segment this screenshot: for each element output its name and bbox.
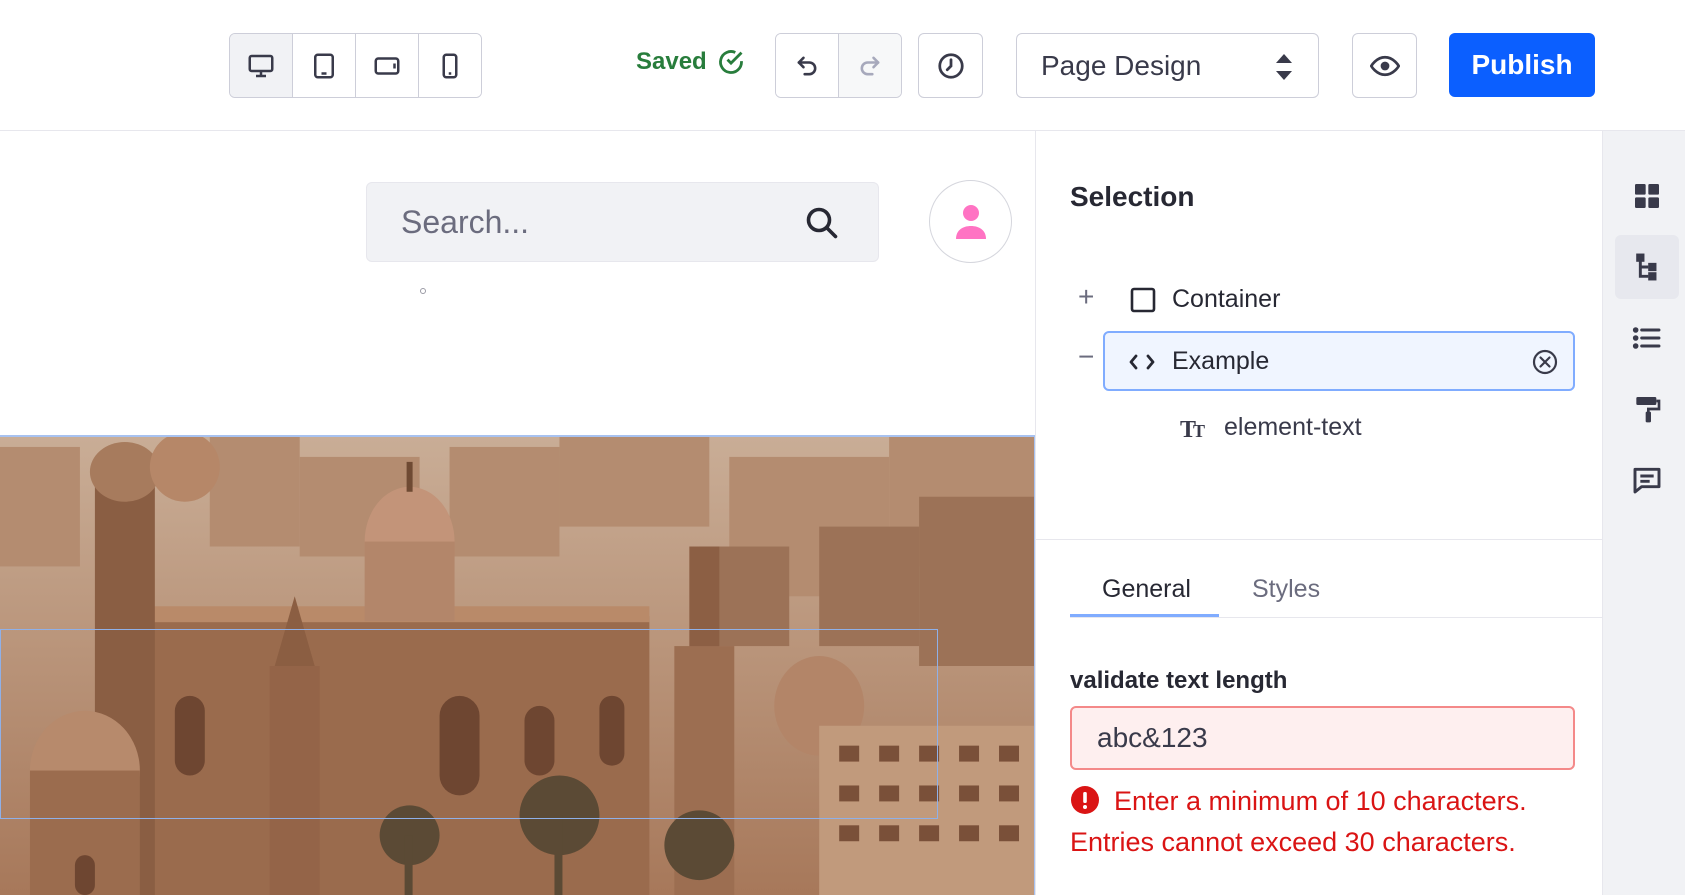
error-min-length: Enter a minimum of 10 characters. [1070,785,1527,817]
landscape-tablet-icon [374,56,400,75]
publish-button[interactable]: Publish [1449,33,1595,97]
search-icon[interactable] [804,205,840,241]
tree-item-example-label: Example [1172,347,1270,375]
desktop-view-button[interactable] [230,34,293,97]
preview-button[interactable] [1352,33,1417,98]
user-icon [955,204,986,239]
panel-title: Selection [1070,181,1195,212]
expand-container-button[interactable]: + [1078,281,1094,313]
tablet-view-button[interactable] [293,34,356,97]
mobile-view-button[interactable] [419,34,481,97]
page-canvas: Search... [0,131,1035,895]
tree-structure-icon [1636,253,1657,281]
history-button[interactable] [918,33,983,98]
undo-icon [797,56,817,75]
container-icon [1130,287,1156,312]
error-max-length: Entries cannot exceed 30 characters. [1070,827,1516,857]
search-input[interactable]: Search... [366,182,879,262]
saved-label: Saved [636,48,707,75]
sidebar-rail [1602,131,1685,895]
panel-divider [1036,539,1603,540]
landscape-view-button[interactable] [356,34,419,97]
validate-text-length-input[interactable] [1070,706,1575,770]
tablet-icon [314,53,334,78]
validate-text-length-label: validate text length [1070,667,1288,694]
tab-general[interactable]: General [1102,575,1191,604]
redo-button[interactable] [839,34,901,97]
page-design-options-button[interactable] [1615,377,1679,441]
grid-icon [1635,184,1659,208]
city-banner-image [0,435,1035,895]
active-tab-indicator [1070,614,1219,617]
mobile-icon [442,53,458,78]
list-icon [1632,327,1661,349]
comment-icon [1633,467,1661,494]
clock-icon [937,52,964,79]
search-placeholder: Search... [401,203,530,240]
paint-roller-icon [1636,397,1661,423]
redo-icon [860,56,880,75]
undo-button[interactable] [776,34,839,97]
page-design-select[interactable]: Page Design [1016,33,1319,98]
cairo-skyline-illustration [0,437,1034,895]
small-dot [420,288,426,294]
comments-button[interactable] [1615,448,1679,512]
saved-status: Saved [636,48,745,76]
tree-item-element-text-label: element-text [1224,413,1362,441]
tabs-baseline [1070,617,1603,618]
desktop-icon [248,54,274,77]
svg-text:T: T [1193,421,1205,441]
collapse-example-button[interactable]: − [1078,341,1094,373]
tree-item-example-row: Example [1128,347,1269,376]
page-structure-button[interactable] [1615,235,1679,299]
undo-redo-group [775,33,902,98]
text-icon: TT [1180,417,1205,441]
tree-item-container-label: Container [1172,285,1281,313]
tree-item-container[interactable]: Container [1130,285,1280,314]
caret-double-icon [1276,54,1292,80]
tab-styles[interactable]: Styles [1252,575,1320,604]
error-min-length-text: Enter a minimum of 10 characters. [1114,786,1527,816]
browser-list-button[interactable] [1615,306,1679,370]
top-toolbar: Saved Page Design Publish [0,0,1685,131]
eye-icon [1369,55,1400,76]
close-circle-icon[interactable] [1531,348,1559,376]
device-switcher [229,33,482,98]
check-circle-icon [718,50,743,74]
code-icon [1129,354,1155,369]
tree-item-element-text[interactable]: TT element-text [1180,413,1362,442]
page-design-label: Page Design [1041,49,1202,81]
user-avatar-button[interactable] [929,180,1012,263]
fragments-button[interactable] [1615,164,1679,228]
selection-panel: Selection + Container − Example TT eleme… [1035,131,1603,895]
exclamation-circle-icon [1071,786,1099,814]
